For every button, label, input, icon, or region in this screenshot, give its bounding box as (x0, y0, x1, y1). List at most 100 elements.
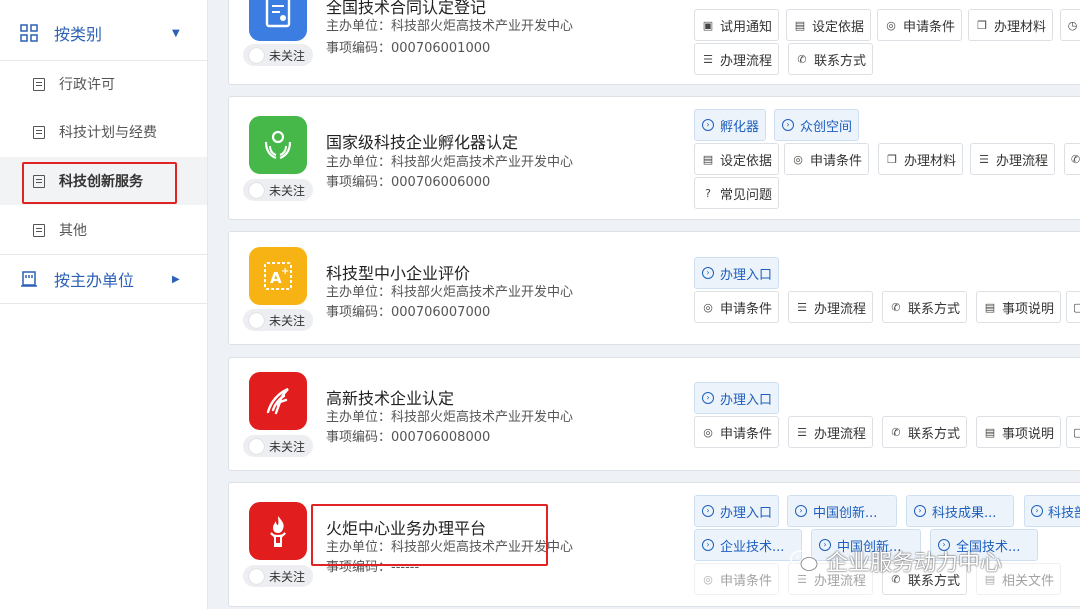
hightech-logo-icon (249, 372, 307, 430)
check-circle-icon: ◎ (703, 425, 713, 439)
btn-faq[interactable]: ? 常见问题 (694, 177, 780, 209)
list-icon: ☰ (797, 300, 807, 314)
follow-toggle[interactable]: 未关注 (243, 435, 313, 457)
btn-process[interactable]: ☰ 办理流程 (788, 416, 874, 448)
btn-process[interactable]: ☰ 办理流程 (970, 143, 1056, 175)
sidebar-item-label: 科技计划与经费 (59, 125, 157, 141)
document-icon: ▤ (984, 300, 996, 314)
btn-maker-space[interactable]: › 众创空间 (774, 109, 860, 141)
phone-icon: ✆ (797, 52, 807, 66)
btn-basis[interactable]: ▤ 设定依据 (694, 143, 780, 175)
file-icon: ▢ (1073, 425, 1080, 439)
service-title[interactable]: 国家级科技企业孵化器认定 (326, 129, 518, 153)
btn-contact[interactable]: ✆ 联系方式 (882, 416, 968, 448)
service-code: 事项编码：000706001000 (326, 41, 491, 56)
btn-conditions[interactable]: ◎ 申请条件 (694, 291, 780, 323)
group-by-organizer[interactable]: 按主办单位 ▶ (0, 256, 207, 302)
btn-contact[interactable]: ✆ 联系方式 (788, 43, 874, 75)
check-circle-icon: ◎ (703, 300, 713, 314)
btn-materials[interactable]: ❐ 办理材料 (878, 143, 964, 175)
arrow-circle-icon: › (702, 267, 714, 279)
service-card: 未关注 全国技术合同认定登记 主办单位：科技部火炬高技术产业开发中心 事项编码：… (228, 0, 1080, 85)
btn-contact[interactable]: ✆ 联系方式 (882, 291, 968, 323)
document-icon: ▤ (702, 152, 714, 166)
sidebar: 按类别 ▼ 行政许可 科技计划与经费 科技创新服务 其他 按主办单位 ▶ (0, 0, 208, 609)
btn-conditions[interactable]: ◎ 申请条件 (877, 9, 963, 41)
follow-toggle[interactable]: 未关注 (243, 565, 313, 587)
sidebar-item-admin-license[interactable]: 行政许可 (0, 60, 207, 108)
btn-entry[interactable]: › 办理入口 (694, 257, 780, 289)
service-code: 事项编码：000706007000 (326, 305, 491, 320)
clock-icon: ◷ (1067, 18, 1078, 32)
follow-toggle[interactable]: 未关注 (243, 309, 313, 331)
btn-contact[interactable]: ✆ (1064, 143, 1080, 175)
arrow-circle-icon: › (782, 119, 794, 131)
btn-process[interactable]: ☰ 办理流程 (694, 43, 780, 75)
service-code: 事项编码：------ (326, 560, 420, 575)
btn-process[interactable]: ☰ 办理流程 (788, 291, 874, 323)
document-icon (33, 223, 45, 237)
list-icon: ☰ (703, 52, 713, 66)
phone-icon: ✆ (891, 300, 901, 314)
btn-more[interactable]: ▢ (1066, 291, 1080, 323)
btn-description[interactable]: ▤ 事项说明 (976, 416, 1062, 448)
btn-entry[interactable]: › 办理入口 (694, 382, 780, 414)
service-card: 未关注 高新技术企业认定 主办单位：科技部火炬高技术产业开发中心 事项编码：00… (228, 357, 1080, 471)
caret-down-icon: ▼ (172, 27, 180, 39)
sidebar-item-science-plan[interactable]: 科技计划与经费 (0, 108, 207, 156)
group-label: 按主办单位 (54, 271, 135, 290)
arrow-circle-icon: › (702, 539, 714, 551)
btn-trial-notice[interactable]: ▣ 试用通知 (694, 9, 780, 41)
group-by-category[interactable]: 按类别 ▼ (0, 10, 207, 56)
btn-incubator[interactable]: › 孵化器 (694, 109, 767, 141)
follow-toggle[interactable]: 未关注 (243, 44, 313, 66)
btn-conditions[interactable]: ◎ 申请条件 (694, 416, 780, 448)
group-label: 按类别 (54, 25, 103, 44)
btn-conditions[interactable]: ◎ 申请条件 (694, 563, 780, 595)
question-circle-icon: ? (705, 186, 711, 200)
file-icon: ▢ (1073, 300, 1080, 314)
document-icon (33, 125, 45, 139)
list-icon: ☰ (979, 152, 989, 166)
watermark: 企业服务动力中心 (790, 545, 1002, 577)
arrow-circle-icon: › (702, 505, 714, 517)
btn-link-tech-achievement[interactable]: › 科技成果... (906, 495, 1014, 527)
service-card: A + 未关注 科技型中小企业评价 主办单位：科技部火炬高技术产业开发中心 事项编… (228, 231, 1080, 345)
copy-icon: ❐ (887, 152, 897, 166)
arrow-circle-icon: › (914, 505, 926, 517)
sidebar-item-other[interactable]: 其他 (0, 206, 207, 254)
check-circle-icon: ◎ (703, 572, 713, 586)
document-icon (33, 174, 45, 188)
phone-icon: ✆ (1071, 152, 1080, 166)
sidebar-item-label: 其他 (59, 223, 87, 239)
btn-link-china-innovation[interactable]: › 中国创新... (787, 495, 897, 527)
service-card: 未关注 国家级科技企业孵化器认定 主办单位：科技部火炬高技术产业开发中心 事项编… (228, 96, 1080, 220)
incubator-icon (249, 116, 307, 174)
btn-link-enterprise-tech[interactable]: › 企业技术... (694, 529, 802, 561)
btn-entry[interactable]: › 办理入口 (694, 495, 780, 527)
caret-right-icon: ▶ (172, 273, 180, 285)
service-org: 主办单位：科技部火炬高技术产业开发中心 (326, 19, 574, 34)
service-org: 主办单位：科技部火炬高技术产业开发中心 (326, 410, 574, 425)
book-icon: ▣ (702, 18, 714, 32)
phone-icon: ✆ (891, 425, 901, 439)
sidebar-item-innovation-service[interactable]: 科技创新服务 (0, 157, 207, 205)
wechat-icon (790, 550, 818, 572)
follow-toggle[interactable]: 未关注 (243, 179, 313, 201)
list-icon: ☰ (797, 425, 807, 439)
torch-icon (249, 502, 307, 560)
document-icon (33, 77, 45, 91)
btn-basis[interactable]: ▤ 设定依据 (786, 9, 872, 41)
sidebar-item-label: 行政许可 (59, 77, 115, 93)
btn-conditions[interactable]: ◎ 申请条件 (784, 143, 870, 175)
check-circle-icon: ◎ (793, 152, 803, 166)
btn-description[interactable]: ▤ 事项说明 (976, 291, 1062, 323)
btn-clock[interactable]: ◷ (1060, 9, 1080, 41)
service-code: 事项编码：000706006000 (326, 175, 491, 190)
document-icon: ▤ (794, 18, 806, 32)
svg-text:+: + (281, 266, 289, 277)
arrow-circle-icon: › (1031, 505, 1043, 517)
btn-materials[interactable]: ❐ 办理材料 (968, 9, 1054, 41)
btn-link-most[interactable]: ›科技部 (1024, 495, 1080, 527)
btn-more[interactable]: ▢ (1066, 416, 1080, 448)
